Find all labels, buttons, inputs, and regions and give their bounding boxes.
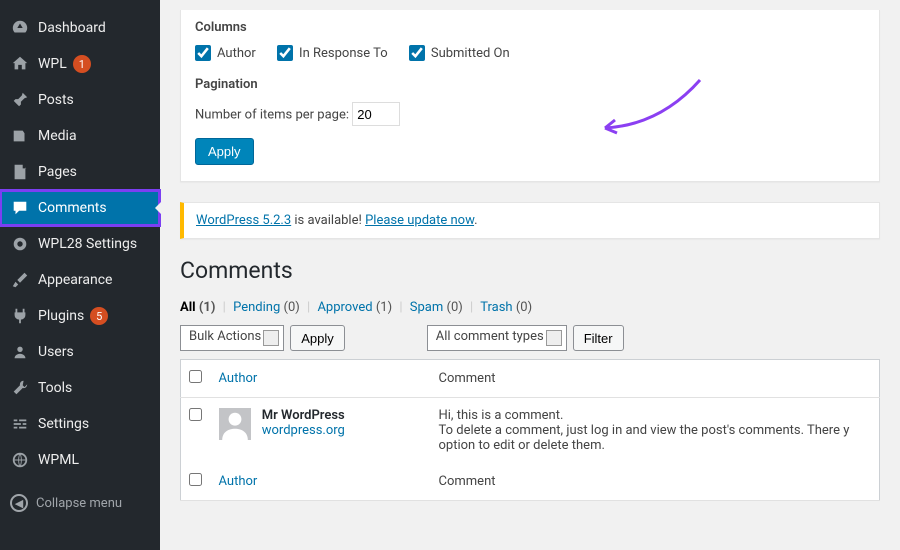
update-notice: WordPress 5.2.3 is available! Please upd… <box>180 202 880 239</box>
sidebar-item-appearance[interactable]: Appearance <box>0 262 160 298</box>
brush-icon <box>10 270 30 290</box>
admin-sidebar: Dashboard WPL 1 Posts Media Pages Comment… <box>0 0 160 550</box>
comments-table: Author Comment Mr WordPress wordpress.or… <box>180 359 880 501</box>
sidebar-item-wpml[interactable]: WPML <box>0 442 160 478</box>
columns-heading: Columns <box>195 20 865 35</box>
collapse-icon: ◀ <box>10 494 28 512</box>
checkbox[interactable] <box>409 45 425 61</box>
avatar <box>219 408 251 440</box>
per-page-input[interactable] <box>352 102 400 126</box>
col-author[interactable]: Author <box>219 371 258 386</box>
comment-text: Hi, this is a comment. To delete a comme… <box>431 398 880 464</box>
sidebar-item-label: WPL28 Settings <box>38 236 137 252</box>
column-toggle-author[interactable]: Author <box>195 45 256 61</box>
sidebar-item-settings[interactable]: Settings <box>0 406 160 442</box>
filter-approved[interactable]: Approved <box>317 300 372 315</box>
column-toggle-submitted[interactable]: Submitted On <box>409 45 510 61</box>
page-title: Comments <box>180 257 880 284</box>
col-author-footer[interactable]: Author <box>219 474 258 489</box>
apply-screen-options-button[interactable]: Apply <box>195 138 254 165</box>
settings2-icon <box>10 234 30 254</box>
sidebar-item-label: Media <box>38 128 77 144</box>
home-icon <box>10 54 30 74</box>
update-now-link[interactable]: Please update now <box>365 213 474 228</box>
sidebar-item-comments[interactable]: Comments <box>0 190 160 226</box>
sidebar-item-label: Settings <box>38 416 89 432</box>
sidebar-item-label: Tools <box>38 380 72 396</box>
sidebar-item-label: WPL <box>38 56 67 72</box>
sidebar-item-pages[interactable]: Pages <box>0 154 160 190</box>
sidebar-item-dashboard[interactable]: Dashboard <box>0 10 160 46</box>
sidebar-item-label: Posts <box>38 92 74 108</box>
update-badge: 5 <box>90 307 108 325</box>
collapse-menu[interactable]: ◀Collapse menu <box>0 484 160 522</box>
comment-type-select[interactable]: All comment types <box>427 325 567 351</box>
filter-spam[interactable]: Spam <box>410 300 444 315</box>
sidebar-item-label: WPML <box>38 452 79 468</box>
sidebar-item-label: Comments <box>38 200 107 216</box>
filter-button[interactable]: Filter <box>573 325 624 351</box>
gauge-icon <box>10 18 30 38</box>
filter-all[interactable]: All (1) <box>180 300 215 315</box>
comment-author-name: Mr WordPress <box>262 408 345 423</box>
comment-icon <box>10 198 30 218</box>
sliders-icon <box>10 414 30 434</box>
page-icon <box>10 162 30 182</box>
per-page-label: Number of items per page: <box>195 108 349 123</box>
wp-version-link[interactable]: WordPress 5.2.3 <box>196 213 291 228</box>
comment-author-site[interactable]: wordpress.org <box>262 423 345 438</box>
pin-icon <box>10 90 30 110</box>
sidebar-item-plugins[interactable]: Plugins 5 <box>0 298 160 334</box>
checkbox[interactable] <box>277 45 293 61</box>
sidebar-item-label: Dashboard <box>38 20 106 36</box>
update-badge: 1 <box>73 55 91 73</box>
sidebar-item-posts[interactable]: Posts <box>0 82 160 118</box>
sidebar-item-label: Users <box>38 344 74 360</box>
tablenav: Bulk Actions Apply All comment types Fil… <box>180 325 880 351</box>
plug-icon <box>10 306 30 326</box>
col-comment-footer: Comment <box>431 463 880 501</box>
status-filters: All (1) | Pending (0) | Approved (1) | S… <box>180 300 880 315</box>
sidebar-item-tools[interactable]: Tools <box>0 370 160 406</box>
column-toggle-response[interactable]: In Response To <box>277 45 388 61</box>
col-comment: Comment <box>431 360 880 398</box>
table-row: Mr WordPress wordpress.org Hi, this is a… <box>181 398 880 464</box>
wrench-icon <box>10 378 30 398</box>
select-row-checkbox[interactable] <box>189 408 202 421</box>
screen-options-panel: Columns Author In Response To Submitted … <box>180 10 880 182</box>
pagination-heading: Pagination <box>195 77 865 92</box>
bulk-actions-select[interactable]: Bulk Actions <box>180 325 284 351</box>
user-icon <box>10 342 30 362</box>
bulk-apply-button[interactable]: Apply <box>290 325 345 351</box>
select-all-checkbox-footer[interactable] <box>189 473 202 486</box>
checkbox[interactable] <box>195 45 211 61</box>
filter-trash[interactable]: Trash <box>480 300 512 315</box>
filter-pending[interactable]: Pending <box>233 300 280 315</box>
main-content: Columns Author In Response To Submitted … <box>160 0 900 550</box>
select-all-checkbox[interactable] <box>189 370 202 383</box>
globe-icon <box>10 450 30 470</box>
sidebar-item-media[interactable]: Media <box>0 118 160 154</box>
sidebar-item-wpl28[interactable]: WPL28 Settings <box>0 226 160 262</box>
sidebar-item-wpl[interactable]: WPL 1 <box>0 46 160 82</box>
sidebar-item-label: Pages <box>38 164 77 180</box>
media-icon <box>10 126 30 146</box>
sidebar-item-label: Plugins <box>38 308 84 324</box>
sidebar-item-label: Appearance <box>38 272 112 288</box>
sidebar-item-users[interactable]: Users <box>0 334 160 370</box>
